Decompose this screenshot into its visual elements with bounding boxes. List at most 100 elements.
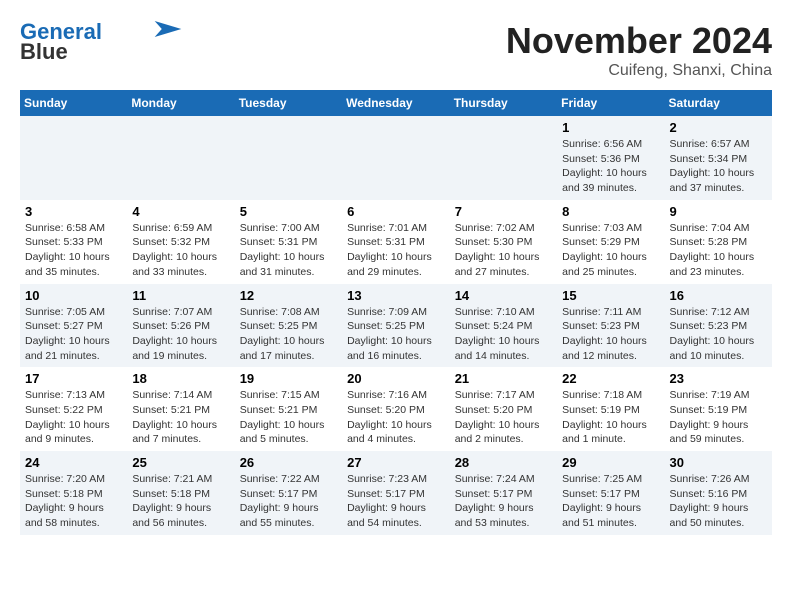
weekday-header-sunday: Sunday [20,90,127,116]
day-info: Sunrise: 7:21 AM Sunset: 5:18 PM Dayligh… [132,472,229,531]
day-number: 8 [562,204,659,219]
page-header: General Blue November 2024 Cuifeng, Shan… [20,20,772,80]
day-info: Sunrise: 7:04 AM Sunset: 5:28 PM Dayligh… [670,221,767,280]
day-number: 10 [25,288,122,303]
day-number: 12 [240,288,337,303]
weekday-header-tuesday: Tuesday [235,90,342,116]
day-info: Sunrise: 7:25 AM Sunset: 5:17 PM Dayligh… [562,472,659,531]
day-info: Sunrise: 7:10 AM Sunset: 5:24 PM Dayligh… [455,305,552,364]
day-info: Sunrise: 7:19 AM Sunset: 5:19 PM Dayligh… [670,388,767,447]
calendar-cell: 26 Sunrise: 7:22 AM Sunset: 5:17 PM Dayli… [235,451,342,535]
day-info: Sunrise: 7:20 AM Sunset: 5:18 PM Dayligh… [25,472,122,531]
calendar-cell: 25 Sunrise: 7:21 AM Sunset: 5:18 PM Dayli… [127,451,234,535]
day-number: 21 [455,371,552,386]
day-number: 26 [240,455,337,470]
month-title: November 2024 [506,20,772,62]
calendar-cell: 24 Sunrise: 7:20 AM Sunset: 5:18 PM Dayli… [20,451,127,535]
calendar-cell: 21 Sunrise: 7:17 AM Sunset: 5:20 PM Dayli… [450,367,557,451]
calendar-cell: 6 Sunrise: 7:01 AM Sunset: 5:31 PM Daylig… [342,200,450,284]
calendar-cell: 15 Sunrise: 7:11 AM Sunset: 5:23 PM Dayli… [557,284,664,368]
day-info: Sunrise: 7:24 AM Sunset: 5:17 PM Dayligh… [455,472,552,531]
weekday-header-friday: Friday [557,90,664,116]
day-info: Sunrise: 7:17 AM Sunset: 5:20 PM Dayligh… [455,388,552,447]
day-number: 25 [132,455,229,470]
calendar-cell: 13 Sunrise: 7:09 AM Sunset: 5:25 PM Dayli… [342,284,450,368]
day-number: 18 [132,371,229,386]
location-subtitle: Cuifeng, Shanxi, China [506,62,772,80]
day-number: 19 [240,371,337,386]
day-number: 29 [562,455,659,470]
weekday-header-monday: Monday [127,90,234,116]
day-info: Sunrise: 7:11 AM Sunset: 5:23 PM Dayligh… [562,305,659,364]
day-number: 4 [132,204,229,219]
day-number: 22 [562,371,659,386]
calendar-cell [450,116,557,200]
day-number: 23 [670,371,767,386]
week-row-3: 10Sunrise: 7:05 AM Sunset: 5:27 PM Dayli… [20,284,772,368]
calendar-cell: 8Sunrise: 7:03 AM Sunset: 5:29 PM Daylig… [557,200,664,284]
day-info: Sunrise: 7:13 AM Sunset: 5:22 PM Dayligh… [25,388,122,447]
calendar-cell: 2 Sunrise: 6:57 AM Sunset: 5:34 PM Daylig… [665,116,772,200]
day-info: Sunrise: 7:09 AM Sunset: 5:25 PM Dayligh… [347,305,445,364]
weekday-header-saturday: Saturday [665,90,772,116]
calendar-cell: 9 Sunrise: 7:04 AM Sunset: 5:28 PM Daylig… [665,200,772,284]
day-number: 15 [562,288,659,303]
week-row-2: 3Sunrise: 6:58 AM Sunset: 5:33 PM Daylig… [20,200,772,284]
day-number: 2 [670,120,767,135]
calendar-cell: 30Sunrise: 7:26 AM Sunset: 5:16 PM Dayli… [665,451,772,535]
day-number: 24 [25,455,122,470]
week-row-1: 1Sunrise: 6:56 AM Sunset: 5:36 PM Daylig… [20,116,772,200]
calendar-cell: 29 Sunrise: 7:25 AM Sunset: 5:17 PM Dayli… [557,451,664,535]
day-number: 9 [670,204,767,219]
title-section: November 2024 Cuifeng, Shanxi, China [506,20,772,80]
day-number: 6 [347,204,445,219]
day-info: Sunrise: 7:01 AM Sunset: 5:31 PM Dayligh… [347,221,445,280]
weekday-header-wednesday: Wednesday [342,90,450,116]
day-info: Sunrise: 7:22 AM Sunset: 5:17 PM Dayligh… [240,472,337,531]
day-number: 13 [347,288,445,303]
calendar-cell [342,116,450,200]
calendar-cell: 23 Sunrise: 7:19 AM Sunset: 5:19 PM Dayli… [665,367,772,451]
calendar-cell [127,116,234,200]
day-info: Sunrise: 7:23 AM Sunset: 5:17 PM Dayligh… [347,472,445,531]
week-row-4: 17Sunrise: 7:13 AM Sunset: 5:22 PM Dayli… [20,367,772,451]
calendar-cell: 17Sunrise: 7:13 AM Sunset: 5:22 PM Dayli… [20,367,127,451]
day-number: 11 [132,288,229,303]
calendar-cell: 19 Sunrise: 7:15 AM Sunset: 5:21 PM Dayli… [235,367,342,451]
day-number: 7 [455,204,552,219]
logo: General Blue [20,20,182,64]
calendar-cell: 3Sunrise: 6:58 AM Sunset: 5:33 PM Daylig… [20,200,127,284]
weekday-header-row: SundayMondayTuesdayWednesdayThursdayFrid… [20,90,772,116]
calendar-cell: 5 Sunrise: 7:00 AM Sunset: 5:31 PM Daylig… [235,200,342,284]
weekday-header-thursday: Thursday [450,90,557,116]
calendar-cell: 22 Sunrise: 7:18 AM Sunset: 5:19 PM Dayli… [557,367,664,451]
day-info: Sunrise: 7:02 AM Sunset: 5:30 PM Dayligh… [455,221,552,280]
calendar-cell: 7 Sunrise: 7:02 AM Sunset: 5:30 PM Daylig… [450,200,557,284]
logo-icon [154,21,182,37]
calendar-cell: 11Sunrise: 7:07 AM Sunset: 5:26 PM Dayli… [127,284,234,368]
calendar-cell: 10Sunrise: 7:05 AM Sunset: 5:27 PM Dayli… [20,284,127,368]
day-info: Sunrise: 7:18 AM Sunset: 5:19 PM Dayligh… [562,388,659,447]
day-info: Sunrise: 6:59 AM Sunset: 5:32 PM Dayligh… [132,221,229,280]
day-info: Sunrise: 6:57 AM Sunset: 5:34 PM Dayligh… [670,137,767,196]
day-number: 28 [455,455,552,470]
day-number: 1 [562,120,659,135]
day-number: 14 [455,288,552,303]
calendar-cell [235,116,342,200]
calendar-cell: 12Sunrise: 7:08 AM Sunset: 5:25 PM Dayli… [235,284,342,368]
day-number: 3 [25,204,122,219]
day-number: 5 [240,204,337,219]
week-row-5: 24 Sunrise: 7:20 AM Sunset: 5:18 PM Dayli… [20,451,772,535]
day-info: Sunrise: 7:00 AM Sunset: 5:31 PM Dayligh… [240,221,337,280]
calendar-cell: 18Sunrise: 7:14 AM Sunset: 5:21 PM Dayli… [127,367,234,451]
calendar-cell: 4 Sunrise: 6:59 AM Sunset: 5:32 PM Daylig… [127,200,234,284]
day-info: Sunrise: 7:26 AM Sunset: 5:16 PM Dayligh… [670,472,767,531]
calendar-table: SundayMondayTuesdayWednesdayThursdayFrid… [20,90,772,535]
calendar-cell: 28 Sunrise: 7:24 AM Sunset: 5:17 PM Dayli… [450,451,557,535]
day-number: 20 [347,371,445,386]
calendar-cell: 1Sunrise: 6:56 AM Sunset: 5:36 PM Daylig… [557,116,664,200]
day-info: Sunrise: 7:12 AM Sunset: 5:23 PM Dayligh… [670,305,767,364]
calendar-cell: 20Sunrise: 7:16 AM Sunset: 5:20 PM Dayli… [342,367,450,451]
day-number: 16 [670,288,767,303]
day-info: Sunrise: 7:15 AM Sunset: 5:21 PM Dayligh… [240,388,337,447]
